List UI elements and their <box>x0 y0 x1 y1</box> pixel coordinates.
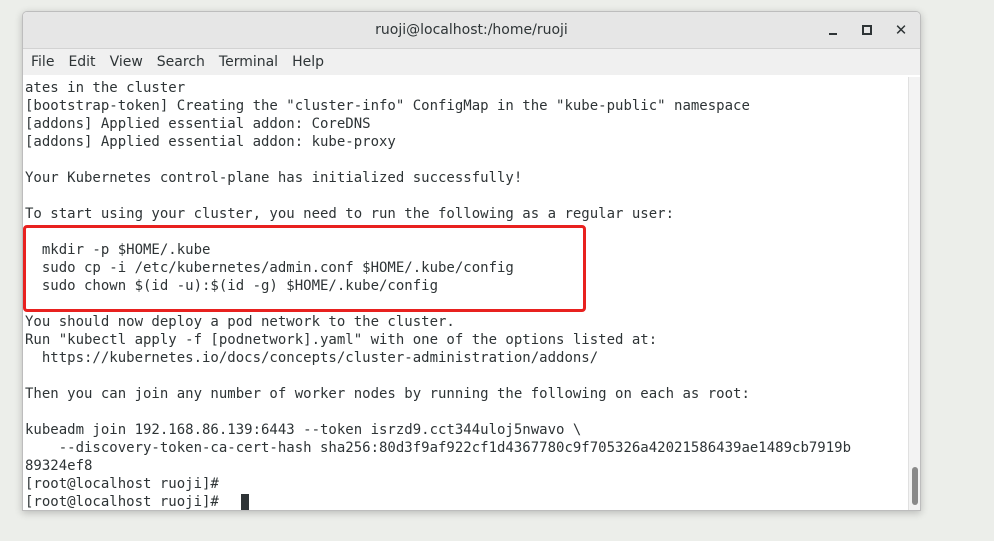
terminal-line: 89324ef8 <box>25 458 93 474</box>
terminal-line: https://kubernetes.io/docs/concepts/clus… <box>25 350 599 366</box>
menu-bar: File Edit View Search Terminal Help <box>23 49 920 75</box>
terminal-line: [root@localhost ruoji]# <box>25 476 219 492</box>
minimize-icon <box>829 33 837 35</box>
highlight-annotation-box <box>23 225 586 312</box>
terminal-line: [addons] Applied essential addon: kube-p… <box>25 134 396 150</box>
menu-search[interactable]: Search <box>150 49 212 75</box>
terminal-line: [bootstrap-token] Creating the "cluster-… <box>25 98 750 114</box>
terminal-line: Your Kubernetes control-plane has initia… <box>25 170 523 186</box>
terminal-line: ates in the cluster <box>25 80 186 96</box>
scrollbar-thumb[interactable] <box>912 467 918 505</box>
terminal-line: [addons] Applied essential addon: CoreDN… <box>25 116 371 132</box>
menu-file[interactable]: File <box>24 49 61 75</box>
close-icon: ✕ <box>894 21 908 39</box>
window-title: ruoji@localhost:/home/ruoji <box>375 22 568 38</box>
terminal-line: kubeadm join 192.168.86.139:6443 --token… <box>25 422 582 438</box>
terminal-window: ruoji@localhost:/home/ruoji ✕ File Edit … <box>22 11 921 511</box>
terminal-line: You should now deploy a pod network to t… <box>25 314 455 330</box>
menu-terminal[interactable]: Terminal <box>212 49 285 75</box>
minimize-button[interactable] <box>823 20 843 40</box>
terminal-line: To start using your cluster, you need to… <box>25 206 675 222</box>
terminal-line: Run "kubectl apply -f [podnetwork].yaml"… <box>25 332 658 348</box>
terminal-output[interactable]: ates in the cluster [bootstrap-token] Cr… <box>23 77 908 510</box>
close-button[interactable]: ✕ <box>891 20 911 40</box>
terminal-prompt-line: [root@localhost ruoji]# <box>25 494 228 510</box>
terminal-line: Then you can join any number of worker n… <box>25 386 750 402</box>
menu-view[interactable]: View <box>103 49 150 75</box>
terminal-line: --discovery-token-ca-cert-hash sha256:80… <box>25 440 852 456</box>
menu-edit[interactable]: Edit <box>61 49 102 75</box>
maximize-icon <box>862 25 872 35</box>
title-bar[interactable]: ruoji@localhost:/home/ruoji ✕ <box>23 12 920 49</box>
menu-help[interactable]: Help <box>285 49 331 75</box>
terminal-cursor <box>241 494 249 510</box>
maximize-button[interactable] <box>857 20 877 40</box>
vertical-scrollbar[interactable] <box>908 77 920 510</box>
